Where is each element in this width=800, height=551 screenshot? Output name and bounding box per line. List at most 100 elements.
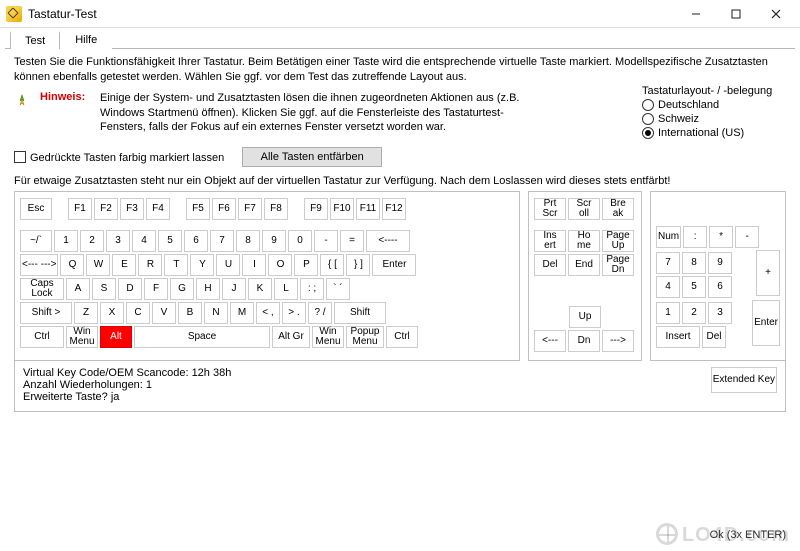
key-delete[interactable]: Del (534, 254, 566, 276)
key-down[interactable]: Dn (568, 330, 600, 352)
key-comma[interactable]: < , (256, 302, 280, 324)
key-f7[interactable]: F7 (238, 198, 262, 220)
key-home[interactable]: Ho me (568, 230, 600, 252)
key-tilde[interactable]: ~/` (20, 230, 52, 252)
key-tab[interactable]: <--- ---> (20, 254, 58, 276)
key-f3[interactable]: F3 (120, 198, 144, 220)
key-slash[interactable]: ? / (308, 302, 332, 324)
key-b[interactable]: B (178, 302, 202, 324)
key-rbracket[interactable]: } ] (346, 254, 370, 276)
key-2[interactable]: 2 (80, 230, 104, 252)
key-t[interactable]: T (164, 254, 188, 276)
key-nummul[interactable]: * (709, 226, 733, 248)
tab-test[interactable]: Test (10, 31, 60, 49)
key-backspace[interactable]: <---- (366, 230, 410, 252)
key-insert[interactable]: Ins ert (534, 230, 566, 252)
key-num2[interactable]: 2 (682, 302, 706, 324)
key-lctrl[interactable]: Ctrl (20, 326, 64, 348)
key-num3[interactable]: 3 (708, 302, 732, 324)
key-lwin[interactable]: Win Menu (66, 326, 98, 348)
close-button[interactable] (756, 2, 796, 26)
key-e[interactable]: E (112, 254, 136, 276)
key-8[interactable]: 8 (236, 230, 260, 252)
key-num7[interactable]: 7 (656, 252, 680, 274)
key-0[interactable]: 0 (288, 230, 312, 252)
key-i[interactable]: I (242, 254, 266, 276)
key-num8[interactable]: 8 (682, 252, 706, 274)
key-p[interactable]: P (294, 254, 318, 276)
minimize-button[interactable] (676, 2, 716, 26)
key-semicolon[interactable]: : ; (300, 278, 324, 300)
key-f2[interactable]: F2 (94, 198, 118, 220)
titlebar[interactable]: Tastatur-Test (0, 0, 800, 28)
key-c[interactable]: C (126, 302, 150, 324)
key-num5[interactable]: 5 (682, 276, 706, 298)
key-rshift[interactable]: Shift (334, 302, 386, 324)
key-dot[interactable]: > . (282, 302, 306, 324)
key-esc[interactable]: Esc (20, 198, 52, 220)
key-w[interactable]: W (86, 254, 110, 276)
key-up[interactable]: Up (569, 306, 601, 328)
maximize-button[interactable] (716, 2, 756, 26)
key-f5[interactable]: F5 (186, 198, 210, 220)
key-equals[interactable]: = (340, 230, 364, 252)
key-f10[interactable]: F10 (330, 198, 354, 220)
key-f6[interactable]: F6 (212, 198, 236, 220)
key-quote[interactable]: ` ´ (326, 278, 350, 300)
key-num6[interactable]: 6 (708, 276, 732, 298)
key-k[interactable]: K (248, 278, 272, 300)
key-6[interactable]: 6 (184, 230, 208, 252)
ok-button[interactable]: Ok (3x ENTER) (710, 529, 786, 541)
key-s[interactable]: S (92, 278, 116, 300)
key-pgdn[interactable]: Page Dn (602, 254, 634, 276)
key-v[interactable]: V (152, 302, 176, 324)
key-r[interactable]: R (138, 254, 162, 276)
key-q[interactable]: Q (60, 254, 84, 276)
key-rctrl[interactable]: Ctrl (386, 326, 418, 348)
key-right[interactable]: ---> (602, 330, 634, 352)
key-capslock[interactable]: Caps Lock (20, 278, 64, 300)
key-y[interactable]: Y (190, 254, 214, 276)
key-d[interactable]: D (118, 278, 142, 300)
key-f1[interactable]: F1 (68, 198, 92, 220)
key-num9[interactable]: 9 (708, 252, 732, 274)
key-f8[interactable]: F8 (264, 198, 288, 220)
key-7[interactable]: 7 (210, 230, 234, 252)
key-1[interactable]: 1 (54, 230, 78, 252)
key-u[interactable]: U (216, 254, 240, 276)
key-f12[interactable]: F12 (382, 198, 406, 220)
tab-help[interactable]: Hilfe (60, 31, 112, 49)
key-numdiv[interactable]: : (683, 226, 707, 248)
key-num4[interactable]: 4 (656, 276, 680, 298)
key-m[interactable]: M (230, 302, 254, 324)
key-f9[interactable]: F9 (304, 198, 328, 220)
key-pgup[interactable]: Page Up (602, 230, 634, 252)
key-lbracket[interactable]: { [ (320, 254, 344, 276)
checkbox-keep-marked[interactable]: Gedrückte Tasten farbig markiert lassen (14, 151, 224, 164)
key-numsub[interactable]: - (735, 226, 759, 248)
key-4[interactable]: 4 (132, 230, 156, 252)
radio-ch[interactable]: Schweiz (642, 113, 782, 125)
key-lshift[interactable]: Shift > (20, 302, 72, 324)
key-a[interactable]: A (66, 278, 90, 300)
key-altgr[interactable]: Alt Gr (272, 326, 310, 348)
key-z[interactable]: Z (74, 302, 98, 324)
key-x[interactable]: X (100, 302, 124, 324)
key-h[interactable]: H (196, 278, 220, 300)
key-num0[interactable]: Insert (656, 326, 700, 348)
key-popup[interactable]: Popup Menu (346, 326, 384, 348)
key-left[interactable]: <--- (534, 330, 566, 352)
key-minus[interactable]: - (314, 230, 338, 252)
key-prtscr[interactable]: Prt Scr (534, 198, 566, 220)
key-f11[interactable]: F11 (356, 198, 380, 220)
key-end[interactable]: End (568, 254, 600, 276)
key-numlock[interactable]: Num (656, 226, 681, 248)
key-9[interactable]: 9 (262, 230, 286, 252)
key-space[interactable]: Space (134, 326, 270, 348)
key-j[interactable]: J (222, 278, 246, 300)
key-3[interactable]: 3 (106, 230, 130, 252)
key-f4[interactable]: F4 (146, 198, 170, 220)
key-n[interactable]: N (204, 302, 228, 324)
key-g[interactable]: G (170, 278, 194, 300)
key-lalt[interactable]: Alt (100, 326, 132, 348)
